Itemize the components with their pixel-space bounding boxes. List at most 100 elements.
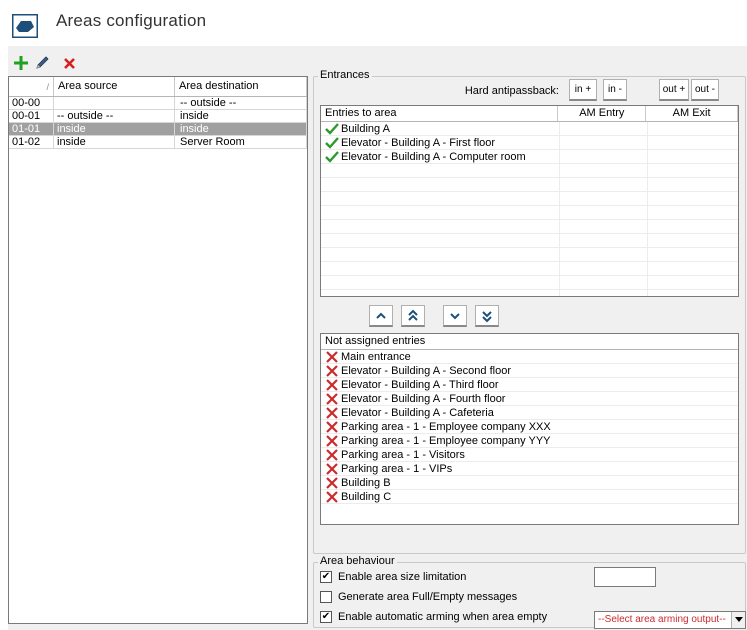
- area-source-cell: inside: [54, 123, 175, 135]
- column-divider: [647, 122, 648, 296]
- column-header-am-exit[interactable]: AM Exit: [646, 106, 738, 121]
- size-limit-label: Enable area size limitation: [338, 571, 467, 583]
- entries-to-area-list[interactable]: Entries to area AM Entry AM Exit Buildin…: [320, 105, 739, 297]
- double-chevron-up-icon: [407, 309, 419, 323]
- entry-label: Elevator - Building A - Cafeteria: [341, 406, 494, 419]
- list-item[interactable]: Elevator - Building A - Computer room: [321, 150, 738, 164]
- column-header-am-entry[interactable]: AM Entry: [558, 106, 647, 121]
- page-title: Areas configuration: [56, 11, 207, 30]
- full-empty-label: Generate area Full/Empty messages: [338, 591, 518, 603]
- cross-icon: [325, 406, 339, 419]
- cross-icon: [325, 476, 339, 489]
- list-item[interactable]: Parking area - 1 - Employee company XXX: [321, 420, 738, 434]
- out-minus-button[interactable]: out -: [691, 79, 719, 101]
- entry-label: Parking area - 1 - Employee company XXX: [341, 420, 551, 433]
- move-all-down-button[interactable]: [475, 305, 499, 327]
- list-item[interactable]: Building A: [321, 122, 738, 136]
- edit-pencil-icon: [34, 55, 50, 71]
- move-all-up-button[interactable]: [401, 305, 425, 327]
- area-destination-cell: inside: [175, 110, 307, 122]
- cross-icon: [325, 378, 339, 391]
- arming-output-value: --Select area arming output--: [598, 614, 726, 625]
- move-down-button[interactable]: [443, 305, 467, 327]
- list-item[interactable]: Building C: [321, 490, 738, 504]
- entry-label: Elevator - Building A - Computer room: [341, 150, 526, 163]
- entry-label: Elevator - Building A - Fourth floor: [341, 392, 506, 405]
- entry-label: Parking area - 1 - VIPs: [341, 462, 453, 475]
- list-item[interactable]: Parking area - 1 - VIPs: [321, 462, 738, 476]
- area-source-cell: inside: [54, 136, 175, 148]
- area-destination-cell: -- outside --: [175, 97, 307, 109]
- column-header-area-source[interactable]: Area source: [54, 77, 175, 96]
- dropdown-arrow-icon[interactable]: [731, 612, 745, 628]
- list-item[interactable]: Building B: [321, 476, 738, 490]
- cross-icon: [325, 434, 339, 447]
- auto-arming-option[interactable]: ✔ Enable automatic arming when area empt…: [320, 611, 547, 623]
- entrances-legend: Entrances: [318, 69, 372, 81]
- area-id-cell: 01-02: [9, 136, 54, 148]
- list-item[interactable]: Elevator - Building A - Third floor: [321, 378, 738, 392]
- entry-label: Main entrance: [341, 350, 411, 363]
- entry-label: Parking area - 1 - Employee company YYY: [341, 434, 551, 447]
- table-row[interactable]: 00-01 -- outside -- inside: [9, 110, 307, 123]
- arming-output-select[interactable]: --Select area arming output--: [594, 611, 746, 629]
- areas-toolbar: [12, 54, 78, 74]
- areas-table[interactable]: / Area source Area destination 00-00 -- …: [8, 76, 308, 624]
- entries-list-header: Entries to area AM Entry AM Exit: [321, 106, 738, 122]
- full-empty-checkbox[interactable]: [320, 591, 332, 603]
- area-source-cell: [54, 97, 175, 109]
- area-source-cell: -- outside --: [54, 110, 175, 122]
- chevron-down-icon: [449, 311, 461, 321]
- column-header-entries-to-area[interactable]: Entries to area: [321, 106, 559, 121]
- header: Areas configuration: [0, 0, 747, 46]
- cross-icon: [325, 490, 339, 503]
- area-id-cell: 00-01: [9, 110, 54, 122]
- area-id-cell: 01-01: [9, 123, 54, 135]
- table-row[interactable]: 01-02 inside Server Room: [9, 136, 307, 149]
- list-item[interactable]: Parking area - 1 - Visitors: [321, 448, 738, 462]
- full-empty-option[interactable]: Generate area Full/Empty messages: [320, 591, 517, 603]
- double-chevron-down-icon: [481, 309, 493, 323]
- entry-label: Building B: [341, 476, 391, 489]
- entry-label: Building A: [341, 122, 390, 135]
- size-limit-checkbox[interactable]: ✔: [320, 571, 332, 583]
- area-map-icon: [11, 13, 39, 39]
- column-header-not-assigned[interactable]: Not assigned entries: [321, 334, 738, 349]
- entry-label: Building C: [341, 490, 392, 503]
- hard-antipassback-label: Hard antipassback:: [464, 85, 559, 97]
- table-row[interactable]: 00-00 -- outside --: [9, 97, 307, 110]
- area-size-limit-input[interactable]: [594, 567, 656, 587]
- cross-icon: [325, 420, 339, 433]
- table-header: / Area source Area destination: [9, 77, 307, 97]
- not-assigned-entries-list[interactable]: Not assigned entries Main entrance Eleva…: [320, 333, 739, 525]
- area-behaviour-group: Area behaviour ✔ Enable area size limita…: [313, 555, 746, 629]
- cross-icon: [325, 392, 339, 405]
- delete-icon: [63, 57, 76, 70]
- list-item[interactable]: Elevator - Building A - First floor: [321, 136, 738, 150]
- move-buttons: [369, 305, 499, 327]
- add-button[interactable]: [12, 54, 30, 72]
- checkmark-icon: [325, 122, 339, 135]
- table-row-selected[interactable]: 01-01 inside inside: [9, 123, 307, 136]
- list-item[interactable]: Elevator - Building A - Fourth floor: [321, 392, 738, 406]
- edit-button[interactable]: [33, 54, 51, 72]
- entry-label: Elevator - Building A - First floor: [341, 136, 496, 149]
- list-item[interactable]: Main entrance: [321, 350, 738, 364]
- list-item[interactable]: Parking area - 1 - Employee company YYY: [321, 434, 738, 448]
- list-item[interactable]: Elevator - Building A - Cafeteria: [321, 406, 738, 420]
- size-limit-option[interactable]: ✔ Enable area size limitation: [320, 571, 466, 583]
- in-plus-button[interactable]: in +: [569, 79, 597, 101]
- delete-button[interactable]: [60, 54, 78, 72]
- auto-arming-checkbox[interactable]: ✔: [320, 611, 332, 623]
- not-assigned-list-header: Not assigned entries: [321, 334, 738, 350]
- column-header-area-destination[interactable]: Area destination: [175, 77, 307, 96]
- entry-label: Parking area - 1 - Visitors: [341, 448, 465, 461]
- cross-icon: [325, 448, 339, 461]
- area-behaviour-legend: Area behaviour: [318, 555, 397, 567]
- in-minus-button[interactable]: in -: [603, 79, 627, 101]
- out-plus-button[interactable]: out +: [659, 79, 689, 101]
- move-up-button[interactable]: [369, 305, 393, 327]
- column-header-id[interactable]: /: [9, 77, 54, 96]
- cross-icon: [325, 364, 339, 377]
- list-item[interactable]: Elevator - Building A - Second floor: [321, 364, 738, 378]
